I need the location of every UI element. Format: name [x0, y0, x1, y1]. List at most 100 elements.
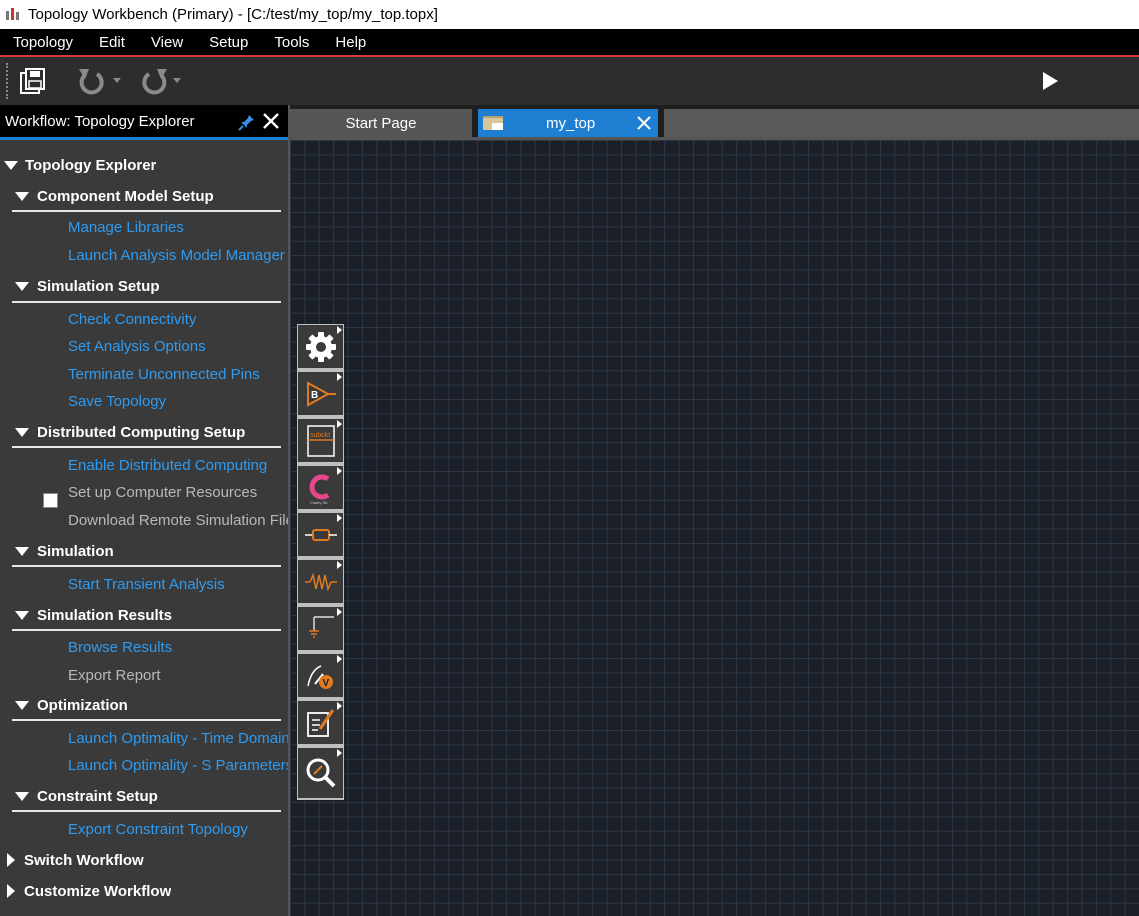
run-icon	[1043, 72, 1058, 90]
link-terminate-unconnected-pins[interactable]: Terminate Unconnected Pins	[68, 362, 260, 386]
workflow-panel: Workflow: Topology Explorer Topology Exp…	[0, 105, 288, 916]
palette-buffer-button[interactable]: B	[298, 372, 343, 417]
section-divider	[12, 446, 281, 448]
title-bar: Topology Workbench (Primary) - [C:/test/…	[0, 0, 1139, 29]
section-component-model-setup[interactable]: Component Model Setup	[15, 184, 214, 208]
enable-distributed-checkbox[interactable]	[43, 493, 58, 508]
link-save-topology[interactable]: Save Topology	[68, 389, 166, 413]
expand-icon	[15, 700, 29, 710]
section-divider	[12, 719, 281, 721]
tab-bar-filler	[664, 109, 1139, 137]
topology-canvas[interactable]	[290, 140, 1139, 916]
run-button[interactable]	[1036, 63, 1064, 99]
expand-arrow-icon	[337, 655, 342, 663]
resistor-icon	[304, 528, 337, 541]
collapse-icon	[7, 884, 15, 898]
menu-setup[interactable]: Setup	[196, 29, 261, 55]
section-constraint-setup[interactable]: Constraint Setup	[15, 784, 158, 808]
clarity3d-icon: Clarity 3D	[309, 474, 329, 505]
svg-text:Clarity 3D: Clarity 3D	[310, 500, 328, 505]
expand-icon	[15, 610, 29, 620]
link-export-report: Export Report	[68, 666, 161, 684]
section-switch-workflow[interactable]: Switch Workflow	[7, 848, 144, 872]
gear-icon	[305, 331, 336, 362]
close-icon[interactable]	[262, 112, 280, 130]
undo-button[interactable]	[74, 63, 124, 99]
palette-source-button[interactable]	[298, 560, 343, 605]
document-tab-bar: Start Page my_top	[290, 105, 1139, 140]
undo-icon	[79, 69, 121, 95]
ground-icon	[308, 615, 334, 638]
palette-ground-button[interactable]	[298, 607, 343, 652]
expand-arrow-icon	[337, 373, 342, 381]
expand-arrow-icon	[337, 326, 342, 334]
expand-icon	[15, 791, 29, 801]
toolbar	[0, 57, 1139, 105]
expand-icon	[15, 281, 29, 291]
link-start-transient-analysis[interactable]: Start Transient Analysis	[68, 572, 225, 596]
section-divider	[12, 210, 281, 212]
svg-text:B: B	[311, 390, 318, 401]
section-optimization[interactable]: Optimization	[15, 693, 128, 717]
link-export-constraint-topology[interactable]: Export Constraint Topology	[68, 817, 248, 841]
menu-view[interactable]: View	[138, 29, 196, 55]
zoom-icon	[306, 758, 335, 788]
palette-subckt-button[interactable]: subckt	[298, 419, 343, 464]
link-enable-distributed-computing[interactable]: Enable Distributed Computing	[68, 453, 267, 477]
panel-title: Workflow: Topology Explorer	[5, 112, 195, 130]
section-divider	[12, 810, 281, 812]
pin-icon[interactable]	[238, 113, 256, 131]
palette-clarity3d-button[interactable]: Clarity 3D	[298, 466, 343, 511]
palette-zoom-button[interactable]	[298, 748, 343, 798]
palette-notes-button[interactable]	[298, 701, 343, 746]
link-check-connectivity[interactable]: Check Connectivity	[68, 307, 196, 331]
section-divider	[12, 565, 281, 567]
probe-icon: V	[306, 664, 333, 689]
expand-arrow-icon	[337, 420, 342, 428]
menu-topology[interactable]: Topology	[0, 29, 86, 55]
expand-arrow-icon	[337, 514, 342, 522]
link-launch-optimality-s-parameters[interactable]: Launch Optimality - S Parameters	[68, 753, 288, 777]
palette-settings-button[interactable]	[298, 325, 343, 370]
section-simulation[interactable]: Simulation	[15, 539, 114, 563]
collapse-icon	[7, 853, 15, 867]
menu-help[interactable]: Help	[322, 29, 379, 55]
palette-probe-button[interactable]: V	[298, 654, 343, 699]
menu-tools[interactable]: Tools	[261, 29, 322, 55]
expand-arrow-icon	[337, 749, 342, 757]
save-all-button[interactable]	[16, 63, 50, 99]
save-icon	[20, 68, 45, 94]
tree-root-topology-explorer[interactable]: Topology Explorer	[4, 153, 156, 177]
link-download-remote-simulation-file: Download Remote Simulation File	[68, 511, 288, 529]
tab-my-top[interactable]: my_top	[478, 109, 658, 137]
section-distributed-computing-setup[interactable]: Distributed Computing Setup	[15, 420, 245, 444]
link-manage-libraries[interactable]: Manage Libraries	[68, 215, 184, 239]
menu-edit[interactable]: Edit	[86, 29, 138, 55]
link-set-analysis-options[interactable]: Set Analysis Options	[68, 334, 206, 358]
palette-resistor-button[interactable]	[298, 513, 343, 558]
redo-button[interactable]	[134, 63, 184, 99]
expand-arrow-icon	[337, 467, 342, 475]
section-simulation-results[interactable]: Simulation Results	[15, 603, 172, 627]
source-icon	[304, 572, 337, 591]
buffer-icon: B	[306, 380, 336, 407]
redo-icon	[142, 69, 181, 95]
notes-icon	[306, 708, 334, 737]
section-simulation-setup[interactable]: Simulation Setup	[15, 274, 160, 298]
expand-icon	[4, 160, 18, 170]
app-icon	[6, 7, 19, 20]
link-browse-results[interactable]: Browse Results	[68, 635, 172, 659]
expand-arrow-icon	[337, 702, 342, 710]
svg-text:V: V	[322, 678, 329, 689]
link-launch-analysis-model-manager[interactable]: Launch Analysis Model Manager	[68, 243, 285, 267]
tab-start-page[interactable]: Start Page	[290, 109, 472, 137]
menu-bar: Topology Edit View Setup Tools Help	[0, 29, 1139, 57]
section-divider	[12, 629, 281, 631]
panel-header: Workflow: Topology Explorer	[0, 105, 288, 140]
expand-icon	[15, 427, 29, 437]
component-palette: B subckt Clarity 3D V	[297, 324, 344, 800]
section-customize-workflow[interactable]: Customize Workflow	[7, 879, 171, 903]
link-launch-optimality-time-domain[interactable]: Launch Optimality - Time Domain	[68, 726, 288, 750]
toolbar-grip[interactable]	[6, 63, 10, 99]
close-tab-icon[interactable]	[637, 116, 651, 130]
